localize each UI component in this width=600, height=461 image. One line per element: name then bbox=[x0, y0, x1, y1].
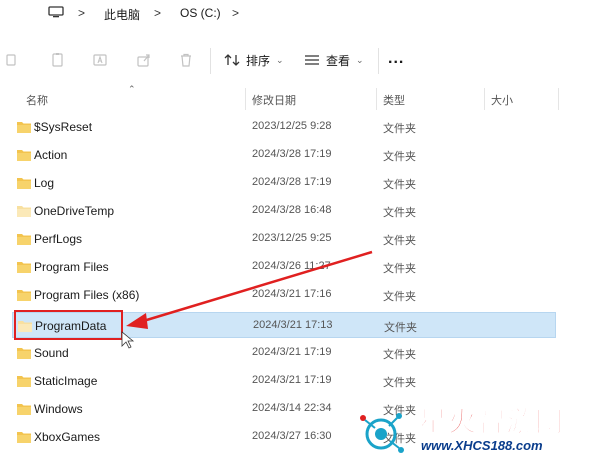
watermark-site: www.XHCS188.com bbox=[421, 438, 543, 453]
toolbar-divider bbox=[378, 48, 379, 74]
annotation-highlight-box bbox=[14, 310, 123, 340]
list-item[interactable]: Log 2024/3/28 17:19 文件夹 bbox=[12, 170, 556, 196]
command-bar: 排序 ⌄ 查看 ⌄ ... bbox=[0, 40, 600, 80]
file-date: 2023/12/25 9:25 bbox=[252, 232, 332, 244]
list-item[interactable]: Sound 2024/3/21 17:19 文件夹 bbox=[12, 340, 556, 366]
folder-icon bbox=[17, 206, 31, 217]
breadcrumb-drive-c[interactable]: OS (C:) bbox=[180, 6, 221, 20]
folder-icon bbox=[17, 290, 31, 301]
file-name: Action bbox=[34, 148, 68, 162]
file-date: 2024/3/21 17:19 bbox=[252, 346, 332, 358]
cut-icon[interactable] bbox=[4, 52, 20, 68]
column-divider[interactable] bbox=[558, 88, 559, 110]
file-name: Sound bbox=[34, 346, 69, 360]
view-label: 查看 bbox=[326, 53, 351, 68]
file-name: XboxGames bbox=[34, 430, 101, 444]
column-divider[interactable] bbox=[376, 88, 377, 110]
file-date: 2024/3/21 17:19 bbox=[252, 374, 332, 386]
column-name[interactable]: 名称 bbox=[26, 92, 48, 108]
file-name: Program Files bbox=[34, 260, 109, 274]
watermark-brand: 星火智游网 bbox=[418, 406, 565, 438]
watermark: 星火智游网 www.XHCS188.com bbox=[355, 398, 600, 461]
address-bar: > 此电脑 > OS (C:) > bbox=[0, 0, 600, 28]
file-date: 2024/3/28 17:19 bbox=[252, 176, 332, 188]
breadcrumb-separator: > bbox=[154, 6, 162, 20]
more-options-button[interactable]: ... bbox=[388, 50, 404, 68]
column-divider[interactable] bbox=[484, 88, 485, 110]
file-type: 文件夹 bbox=[383, 179, 416, 191]
folder-icon bbox=[17, 122, 31, 133]
chevron-down-icon: ⌄ bbox=[276, 54, 284, 65]
file-date: 2024/3/26 11:27 bbox=[252, 260, 331, 272]
file-name: $SysReset bbox=[34, 120, 93, 134]
file-date: 2024/3/21 17:16 bbox=[252, 288, 332, 300]
list-item[interactable]: StaticImage 2024/3/21 17:19 文件夹 bbox=[12, 368, 556, 394]
list-item[interactable]: Program Files 2024/3/26 11:27 文件夹 bbox=[12, 254, 556, 280]
file-name: Windows bbox=[34, 402, 83, 416]
rename-icon[interactable] bbox=[92, 52, 108, 68]
breadcrumb-separator: > bbox=[78, 6, 86, 20]
column-divider[interactable] bbox=[245, 88, 246, 110]
chevron-down-icon: ⌄ bbox=[356, 54, 364, 65]
view-button[interactable]: 查看 ⌄ bbox=[304, 50, 364, 70]
view-icon bbox=[305, 55, 319, 65]
toolbar-divider bbox=[210, 48, 211, 74]
copy-icon[interactable] bbox=[50, 52, 66, 68]
file-type: 文件夹 bbox=[383, 235, 416, 247]
sort-button[interactable]: 排序 ⌄ bbox=[224, 50, 284, 70]
list-item[interactable]: Action 2024/3/28 17:19 文件夹 bbox=[12, 142, 556, 168]
file-name: Program Files (x86) bbox=[34, 288, 140, 302]
folder-icon bbox=[17, 262, 31, 273]
folder-icon bbox=[17, 376, 31, 387]
file-date: 2024/3/28 17:19 bbox=[252, 148, 332, 160]
column-size[interactable]: 大小 bbox=[491, 92, 513, 108]
file-type: 文件夹 bbox=[383, 263, 416, 275]
file-type: 文件夹 bbox=[383, 123, 416, 135]
file-type: 文件夹 bbox=[383, 151, 416, 163]
list-item[interactable]: $SysReset 2023/12/25 9:28 文件夹 bbox=[12, 114, 556, 140]
watermark-logo-icon bbox=[360, 413, 404, 453]
folder-icon bbox=[17, 348, 31, 359]
share-icon[interactable] bbox=[136, 52, 152, 68]
file-name: Log bbox=[34, 176, 55, 190]
list-item[interactable]: Program Files (x86) 2024/3/21 17:16 文件夹 bbox=[12, 282, 556, 308]
file-date: 2024/3/21 17:13 bbox=[253, 319, 333, 331]
file-date: 2024/3/27 16:30 bbox=[252, 430, 332, 442]
sort-label: 排序 bbox=[246, 53, 271, 68]
folder-icon bbox=[17, 178, 31, 189]
sort-icon bbox=[224, 54, 240, 66]
breadcrumb-separator: > bbox=[232, 6, 240, 20]
list-item[interactable]: OneDriveTemp 2024/3/28 16:48 文件夹 bbox=[12, 198, 556, 224]
sort-ascending-icon: ⌃ bbox=[128, 84, 136, 94]
file-date: 2024/3/14 22:34 bbox=[252, 402, 332, 414]
file-type: 文件夹 bbox=[384, 322, 417, 334]
computer-icon[interactable] bbox=[48, 6, 64, 18]
delete-icon[interactable] bbox=[178, 52, 194, 68]
folder-icon bbox=[17, 432, 31, 443]
file-name: StaticImage bbox=[34, 374, 98, 388]
column-modified[interactable]: 修改日期 bbox=[252, 92, 296, 108]
file-type: 文件夹 bbox=[383, 349, 416, 361]
file-name: PerfLogs bbox=[34, 232, 83, 246]
file-type: 文件夹 bbox=[383, 207, 416, 219]
folder-icon bbox=[17, 150, 31, 161]
file-type: 文件夹 bbox=[383, 291, 416, 303]
file-date: 2023/12/25 9:28 bbox=[252, 120, 332, 132]
breadcrumb-this-pc[interactable]: 此电脑 bbox=[104, 6, 140, 23]
folder-icon bbox=[17, 404, 31, 415]
column-type[interactable]: 类型 bbox=[383, 92, 405, 108]
list-item[interactable]: PerfLogs 2023/12/25 9:25 文件夹 bbox=[12, 226, 556, 252]
file-type: 文件夹 bbox=[383, 377, 416, 389]
file-name: OneDriveTemp bbox=[34, 204, 115, 218]
file-date: 2024/3/28 16:48 bbox=[252, 204, 332, 216]
folder-icon bbox=[17, 234, 31, 245]
column-header: ⌃ 名称 修改日期 类型 大小 bbox=[0, 84, 600, 112]
